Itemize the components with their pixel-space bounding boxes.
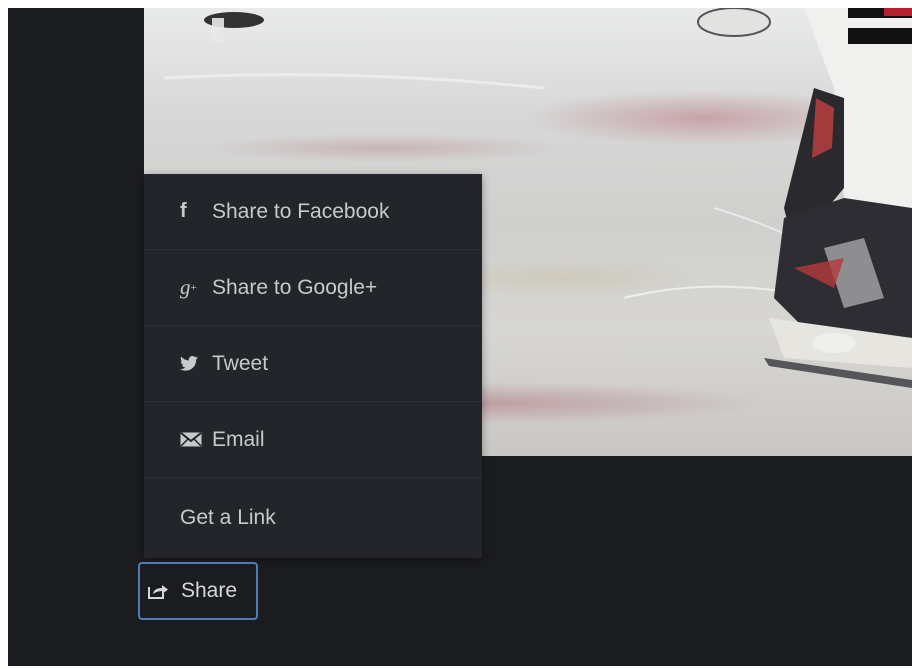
share-google-plus-label: Share to Google+ [212,275,378,299]
email-item[interactable]: Email [144,402,482,478]
facebook-icon: f [180,200,187,222]
video-player-frame: f Share to Facebook g + Share to Google+ … [8,8,912,666]
tweet-item[interactable]: Tweet [144,326,482,402]
tweet-label: Tweet [212,351,269,375]
twitter-icon [180,356,204,371]
get-link-item[interactable]: Get a Link [144,478,482,558]
email-label: Email [212,427,265,451]
get-link-label: Get a Link [180,506,276,529]
google-plus-icon: g + [180,275,197,299]
share-facebook-item[interactable]: f Share to Facebook [144,174,482,250]
share-menu: f Share to Facebook g + Share to Google+ … [144,174,482,558]
share-google-plus-item[interactable]: g + Share to Google+ [144,250,482,326]
email-icon [180,432,204,447]
share-button-label: Share [181,579,238,602]
share-icon [147,582,169,600]
share-button[interactable]: Share [138,562,258,620]
share-facebook-label: Share to Facebook [212,199,390,223]
